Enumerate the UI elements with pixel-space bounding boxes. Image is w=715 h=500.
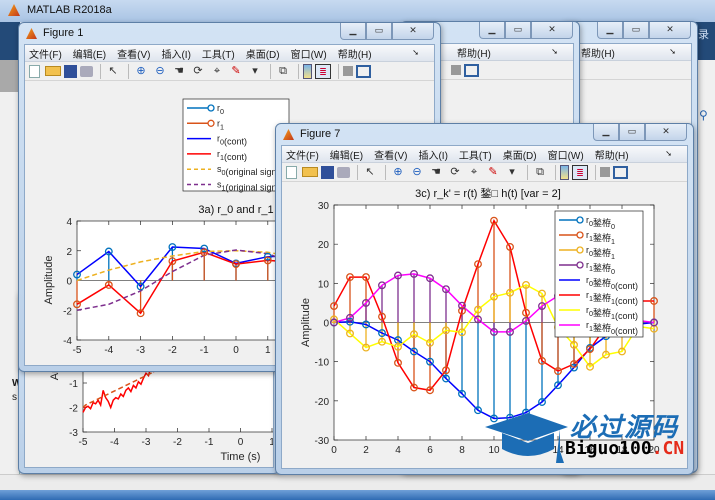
y-tick-label: 4 bbox=[66, 217, 72, 228]
y-tick-label: -4 bbox=[63, 336, 72, 347]
x-tick-label: -1 bbox=[205, 437, 214, 448]
close-button[interactable]: ✕ bbox=[649, 22, 691, 39]
x-tick-label: -2 bbox=[173, 437, 182, 448]
x-tick-label: -5 bbox=[79, 437, 88, 448]
watermark-domain: Biguo100.CN bbox=[565, 438, 684, 459]
matlab-logo-icon bbox=[8, 4, 20, 16]
x-tick-label: 1 bbox=[265, 345, 271, 353]
x-tick-label: -4 bbox=[110, 437, 119, 448]
y-tick-label: -30 bbox=[315, 436, 330, 447]
y-tick-label: -2 bbox=[63, 306, 72, 317]
y-tick-label: 20 bbox=[318, 240, 330, 251]
chart-title: 3a) r_0 and r_1 bbox=[198, 204, 273, 216]
y-tick-label: -3 bbox=[69, 428, 78, 439]
x-axis-label: Time (s) bbox=[221, 451, 261, 463]
y-tick-label: 2 bbox=[66, 247, 72, 258]
workspace-fragment: s bbox=[12, 392, 17, 403]
legend-marker bbox=[207, 119, 215, 127]
matlab-figure-icon bbox=[283, 129, 294, 140]
x-tick-label: -2 bbox=[168, 345, 177, 353]
watermark-logo: 必过源码 Biguo100.CN bbox=[480, 405, 690, 465]
legend-marker bbox=[576, 246, 584, 254]
x-tick-label: 6 bbox=[427, 445, 433, 454]
y-tick-label: 0 bbox=[66, 277, 72, 288]
taskbar bbox=[0, 490, 715, 500]
watermark-name: Biguo100 bbox=[565, 438, 652, 459]
minimize-button[interactable]: ▁ bbox=[593, 124, 619, 141]
x-tick-label: -5 bbox=[73, 345, 82, 353]
ribbon-fragment bbox=[0, 22, 20, 60]
close-button[interactable]: ✕ bbox=[392, 23, 434, 40]
menu-help[interactable]: 帮助(H) bbox=[581, 45, 615, 60]
x-tick-label: 4 bbox=[395, 445, 401, 454]
y-tick-label: -20 bbox=[315, 397, 330, 408]
matlab-title-bar: MATLAB R2018a bbox=[0, 0, 715, 22]
maximize-button[interactable]: ▭ bbox=[505, 22, 531, 39]
legend-marker bbox=[576, 216, 584, 224]
x-tick-label: -1 bbox=[200, 345, 209, 353]
y-axis-label: Amplitude bbox=[300, 298, 312, 347]
minimize-button[interactable]: ▁ bbox=[597, 22, 623, 39]
x-tick-label: 0 bbox=[238, 437, 244, 448]
x-tick-label: -4 bbox=[104, 345, 113, 353]
minimize-button[interactable]: ▁ bbox=[479, 22, 505, 39]
x-tick-label: 2 bbox=[363, 445, 369, 454]
maximize-button[interactable]: ▭ bbox=[623, 22, 649, 39]
y-tick-label: 0 bbox=[323, 319, 329, 330]
legend-marker bbox=[576, 231, 584, 239]
minimize-button[interactable]: ▁ bbox=[340, 23, 366, 40]
matlab-left-panel: W s bbox=[0, 22, 21, 490]
watermark-tld: .CN bbox=[651, 438, 685, 459]
graduation-cap-icon bbox=[485, 413, 568, 463]
x-tick-label: 0 bbox=[331, 445, 337, 454]
legend-marker bbox=[207, 104, 215, 112]
matlab-figure-icon bbox=[26, 28, 37, 39]
y-tick-label: -1 bbox=[69, 379, 78, 390]
show-plot-tools-icon[interactable] bbox=[464, 63, 479, 77]
close-button[interactable]: ✕ bbox=[645, 124, 687, 141]
x-tick-label: 8 bbox=[459, 445, 465, 454]
y-tick-label: 30 bbox=[318, 201, 330, 212]
y-tick-label: 10 bbox=[318, 279, 330, 290]
close-button[interactable]: ✕ bbox=[531, 22, 573, 39]
figure-title: Figure 7 bbox=[300, 128, 341, 140]
x-tick-label: -3 bbox=[142, 437, 151, 448]
y-axis-label: Amplitude bbox=[43, 256, 55, 305]
y-tick-label: -10 bbox=[315, 358, 330, 369]
legend-marker bbox=[576, 261, 584, 269]
menu-help[interactable]: 帮助(H) bbox=[457, 45, 491, 60]
dock-icon[interactable]: ➘ bbox=[669, 47, 676, 56]
toolstrip-fragment bbox=[0, 60, 20, 92]
y-tick-label: -2 bbox=[69, 404, 78, 415]
maximize-button[interactable]: ▭ bbox=[366, 23, 392, 40]
maximize-button[interactable]: ▭ bbox=[619, 124, 645, 141]
x-tick-label: -3 bbox=[136, 345, 145, 353]
status-bar bbox=[0, 474, 715, 490]
x-tick-label: 1 bbox=[269, 437, 274, 448]
figure-title: Figure 1 bbox=[43, 27, 84, 39]
x-tick-label: 0 bbox=[233, 345, 239, 353]
chart-title: 3c) r_k' = r(t) 鍫□ h(t) [var = 2] bbox=[415, 187, 561, 200]
dock-icon[interactable]: ➘ bbox=[551, 47, 558, 56]
login-link[interactable]: 录 bbox=[698, 26, 709, 42]
hide-plot-tools-icon[interactable] bbox=[451, 65, 461, 75]
app-title: MATLAB R2018a bbox=[27, 4, 112, 16]
search-icon[interactable]: ⚲ bbox=[699, 108, 708, 122]
